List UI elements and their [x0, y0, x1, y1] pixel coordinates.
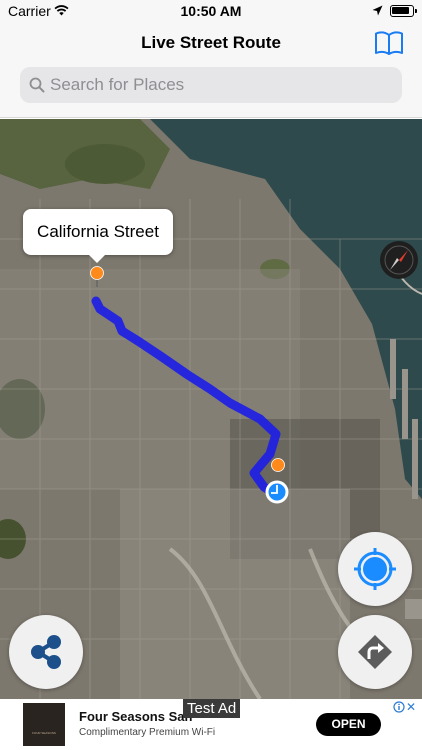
directions-button[interactable] [338, 615, 412, 689]
nav-bar: Live Street Route [0, 22, 422, 118]
status-bar: Carrier 10:50 AM [0, 0, 422, 22]
directions-icon [358, 635, 392, 669]
ad-title: Four Seasons San [79, 709, 193, 724]
ad-banner[interactable]: FOUR SEASONS Four Seasons San Compliment… [0, 699, 422, 750]
page-title: Live Street Route [141, 33, 281, 52]
crosshair-icon [354, 548, 396, 590]
ad-logo-text: FOUR SEASONS [32, 731, 56, 735]
place-callout[interactable]: California Street [23, 209, 173, 263]
status-time: 10:50 AM [180, 3, 242, 19]
ad-open-button[interactable]: OPEN [316, 713, 381, 736]
test-ad-badge: Test Ad [183, 699, 241, 718]
locate-me-button[interactable] [338, 532, 412, 606]
map-view[interactable]: California Street [0, 119, 422, 699]
search-icon [29, 77, 45, 93]
destination-pin [271, 458, 285, 472]
book-icon[interactable] [374, 30, 404, 56]
search-input[interactable] [50, 67, 390, 103]
share-icon [31, 635, 61, 669]
satellite-map[interactable] [0, 119, 422, 699]
compass-icon[interactable] [380, 241, 418, 279]
ad-logo: FOUR SEASONS [23, 703, 65, 746]
battery-icon [390, 5, 417, 17]
location-arrow-icon [372, 5, 383, 16]
ad-subtitle: Complimentary Premium Wi-Fi [79, 727, 216, 738]
share-button[interactable] [9, 615, 83, 689]
close-icon[interactable]: ✕ [406, 701, 416, 713]
adchoices-icon[interactable] [393, 701, 405, 713]
search-bar[interactable] [20, 67, 402, 103]
start-pin [90, 266, 104, 280]
